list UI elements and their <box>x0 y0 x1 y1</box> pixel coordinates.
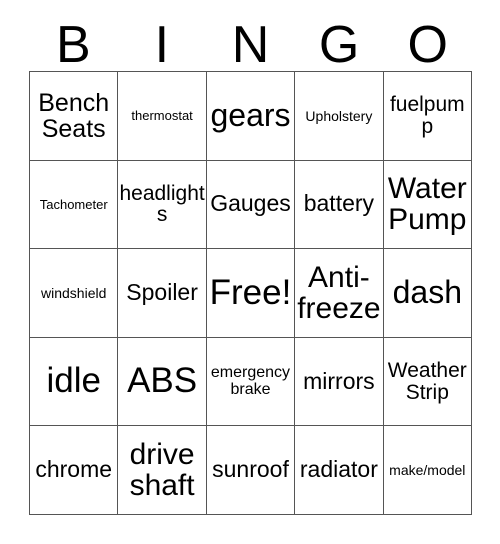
bingo-card: B I N G O Bench Seats thermostat gears U… <box>0 0 500 544</box>
bingo-cell-label: Gauges <box>210 190 291 217</box>
bingo-cell-o1[interactable]: fuelpump <box>383 72 472 161</box>
bingo-cell-n5[interactable]: sunroof <box>206 426 296 515</box>
bingo-cell-label: Anti-freeze <box>297 260 381 325</box>
bingo-cell-o2[interactable]: Water Pump <box>383 160 472 250</box>
bingo-cell-label: headlights <box>119 181 205 227</box>
bingo-grid: Bench Seats thermostat gears Upholstery … <box>29 71 472 515</box>
bingo-cell-n4[interactable]: emergency brake <box>206 337 296 427</box>
free-space-label: Free! <box>209 272 292 312</box>
bingo-cell-label: gears <box>210 97 291 134</box>
bingo-cell-b3[interactable]: windshield <box>30 249 119 338</box>
bingo-cell-b2[interactable]: Tachometer <box>30 160 119 250</box>
bingo-cell-g2[interactable]: battery <box>295 160 384 250</box>
bingo-cell-label: battery <box>303 190 375 217</box>
bingo-cell-label: make/model <box>389 461 466 478</box>
bingo-cell-label: thermostat <box>131 108 193 124</box>
bingo-cell-label: dash <box>392 274 462 311</box>
bingo-cell-b1[interactable]: Bench Seats <box>30 72 119 161</box>
bingo-cell-label: ABS <box>127 361 198 401</box>
bingo-cell-n1[interactable]: gears <box>206 72 296 161</box>
bingo-cell-g4[interactable]: mirrors <box>295 337 384 427</box>
bingo-cell-label: Spoiler <box>126 279 198 306</box>
bingo-cell-label: Upholstery <box>305 107 373 124</box>
bingo-cell-i2[interactable]: headlights <box>118 160 207 250</box>
bingo-cell-label: drive shaft <box>129 438 195 503</box>
bingo-cell-label: windshield <box>41 284 107 301</box>
bingo-cell-label: idle <box>46 361 101 401</box>
bingo-header-letter-b: B <box>55 16 91 74</box>
bingo-cell-i3[interactable]: Spoiler <box>118 249 207 338</box>
bingo-cell-label: Water Pump <box>387 172 467 237</box>
bingo-header-row: B I N G O <box>29 18 472 71</box>
bingo-cell-label: Bench Seats <box>38 88 110 143</box>
bingo-header-letter-n: N <box>231 16 270 74</box>
bingo-cell-label: emergency brake <box>210 363 291 398</box>
bingo-cell-label: Weather Strip <box>387 358 467 404</box>
bingo-cell-label: sunroof <box>212 456 289 483</box>
bingo-cell-b5[interactable]: chrome <box>30 426 119 515</box>
bingo-cell-label: fuelpump <box>389 92 465 138</box>
bingo-cell-label: radiator <box>299 456 378 483</box>
bingo-header-letter-o: O <box>407 16 448 74</box>
bingo-cell-i1[interactable]: thermostat <box>118 72 207 161</box>
bingo-cell-i5[interactable]: drive shaft <box>118 426 207 515</box>
bingo-header-letter-g: G <box>318 16 360 74</box>
bingo-cell-b4[interactable]: idle <box>30 337 119 427</box>
bingo-cell-label: mirrors <box>303 367 375 394</box>
bingo-cell-label: Tachometer <box>39 196 108 212</box>
bingo-header-letter-i: I <box>154 16 170 74</box>
bingo-cell-o3[interactable]: dash <box>383 249 472 338</box>
bingo-cell-o4[interactable]: Weather Strip <box>383 337 472 427</box>
bingo-cell-g1[interactable]: Upholstery <box>295 72 384 161</box>
bingo-cell-label: chrome <box>35 456 113 483</box>
bingo-cell-i4[interactable]: ABS <box>118 337 207 427</box>
bingo-cell-g3[interactable]: Anti-freeze <box>295 249 384 338</box>
bingo-cell-free-space[interactable]: Free! <box>206 249 296 338</box>
bingo-cell-n2[interactable]: Gauges <box>206 160 296 250</box>
bingo-cell-g5[interactable]: radiator <box>295 426 384 515</box>
bingo-cell-o5[interactable]: make/model <box>383 426 472 515</box>
